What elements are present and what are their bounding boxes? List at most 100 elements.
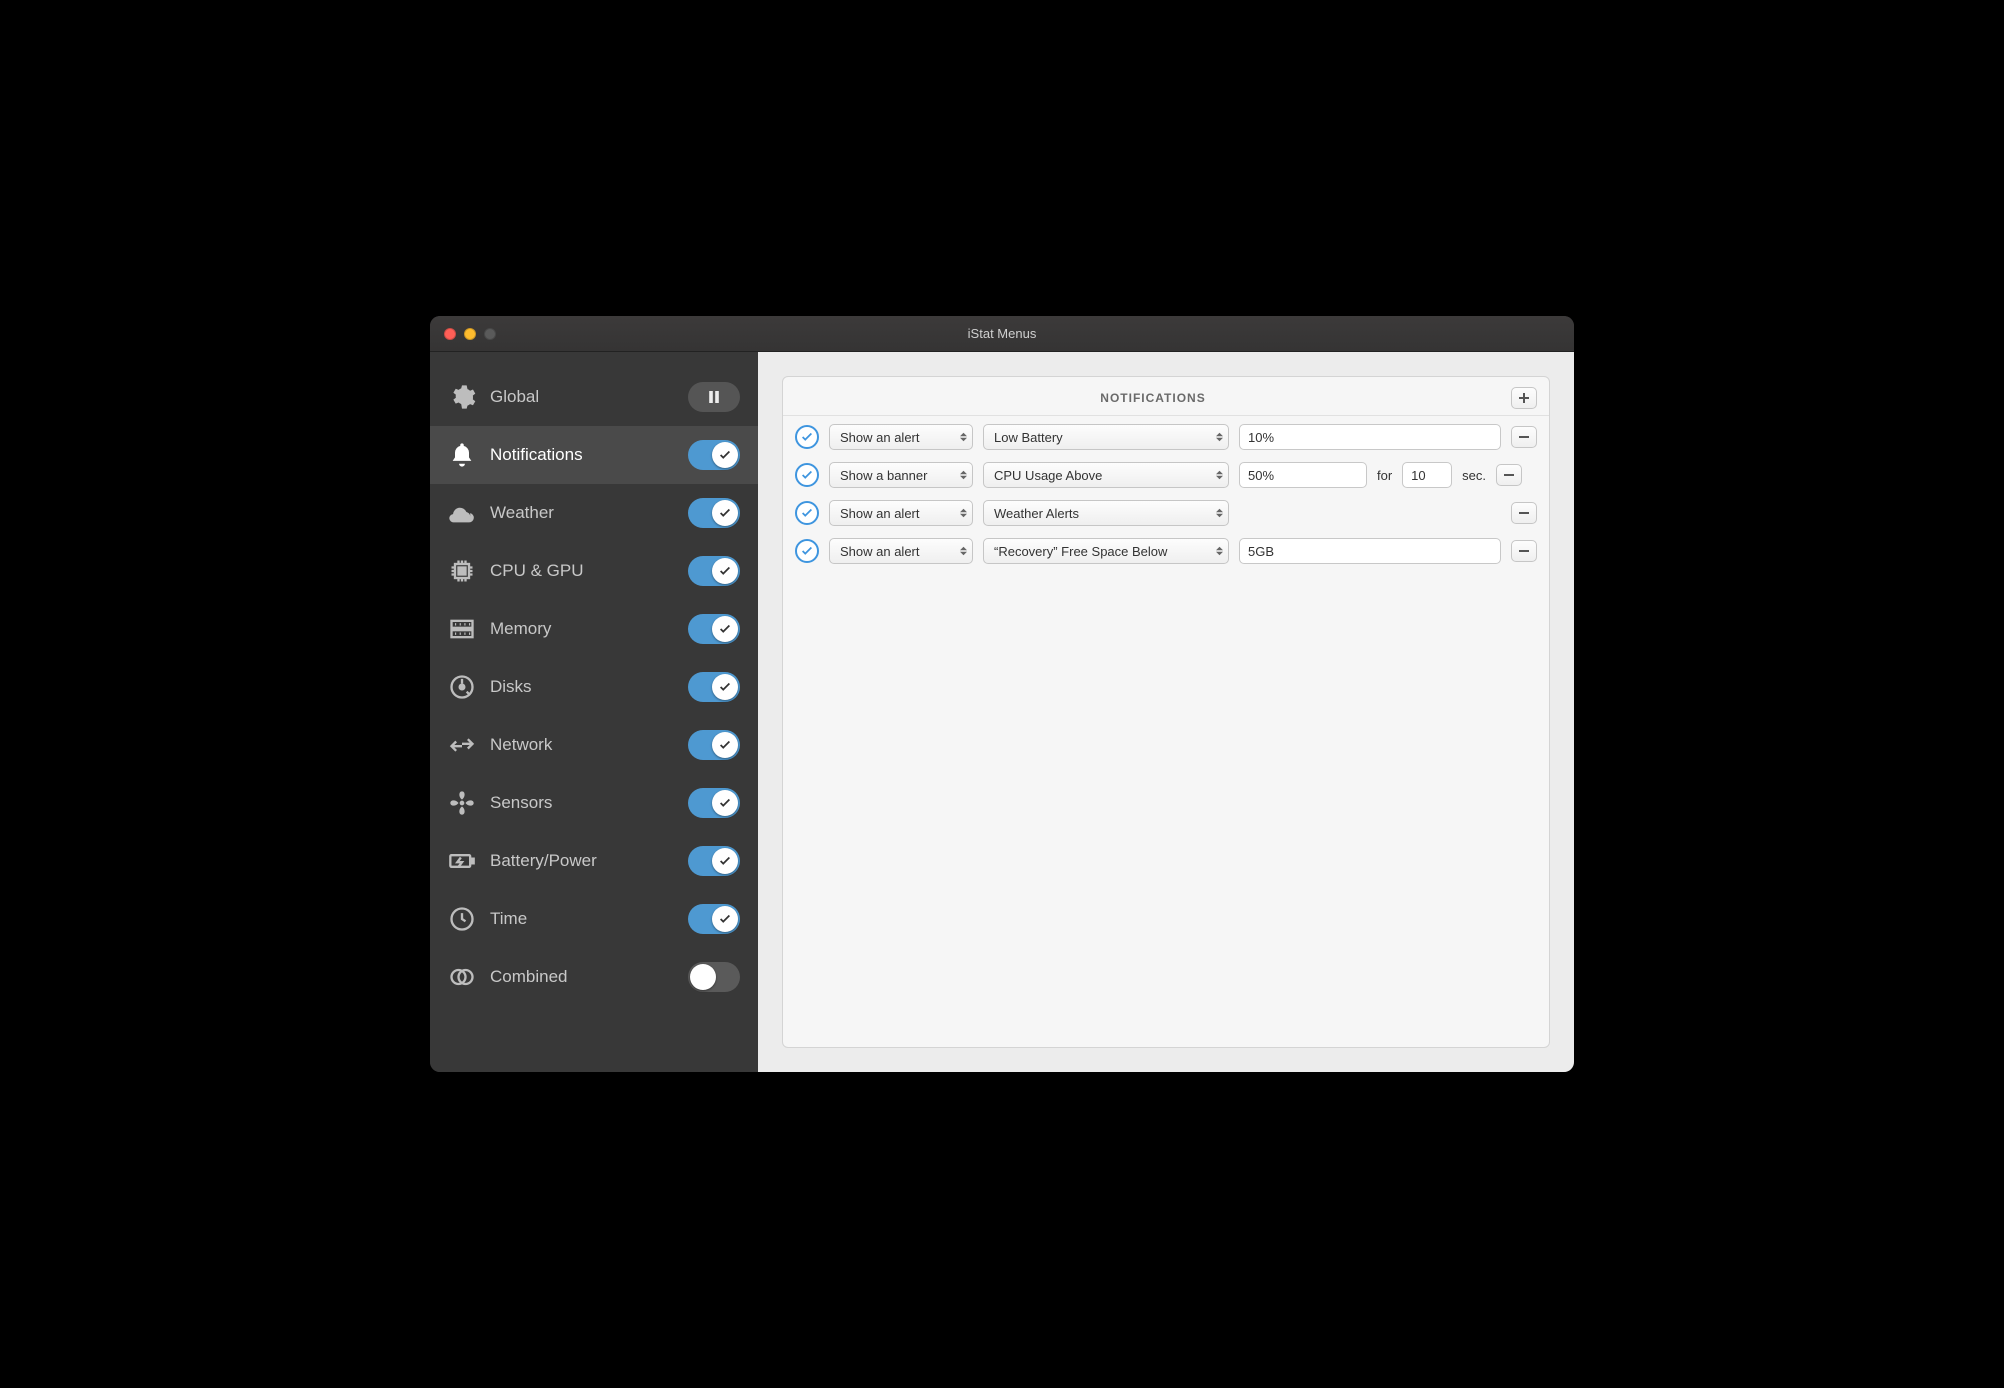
window-title: iStat Menus: [968, 326, 1037, 341]
sidebar-item-memory[interactable]: Memory: [430, 600, 758, 658]
for-label: for: [1377, 468, 1392, 483]
rule-trigger-value: “Recovery” Free Space Below: [994, 544, 1167, 559]
rule-row: Show an alert Low Battery 10%: [795, 424, 1537, 450]
cpu-toggle[interactable]: [688, 556, 740, 586]
sidebar-item-time[interactable]: Time: [430, 890, 758, 948]
notifications-toggle[interactable]: [688, 440, 740, 470]
sidebar-item-battery[interactable]: Battery/Power: [430, 832, 758, 890]
window-body: Global Notifications Weather: [430, 352, 1574, 1072]
rule-trigger-select[interactable]: CPU Usage Above: [983, 462, 1229, 488]
network-icon: [448, 731, 476, 759]
bell-icon: [448, 441, 476, 469]
rule-trigger-select[interactable]: Low Battery: [983, 424, 1229, 450]
sidebar-item-label: Disks: [490, 677, 674, 697]
combined-toggle[interactable]: [688, 962, 740, 992]
rule-action-select[interactable]: Show an alert: [829, 500, 973, 526]
memory-icon: [448, 615, 476, 643]
pause-button[interactable]: [688, 382, 740, 412]
titlebar: iStat Menus: [430, 316, 1574, 352]
sidebar-item-label: Weather: [490, 503, 674, 523]
rule-value-field[interactable]: 10%: [1239, 424, 1501, 450]
rule-trigger-value: CPU Usage Above: [994, 468, 1102, 483]
rule-enable-checkbox[interactable]: [795, 539, 819, 563]
rule-value-field[interactable]: 50%: [1239, 462, 1367, 488]
remove-rule-button[interactable]: [1511, 502, 1537, 524]
updown-icon: [1216, 433, 1223, 442]
panel-title: NOTIFICATIONS: [795, 391, 1511, 405]
rule-action-select[interactable]: Show an alert: [829, 424, 973, 450]
rule-trigger-select[interactable]: “Recovery” Free Space Below: [983, 538, 1229, 564]
rule-trigger-select[interactable]: Weather Alerts: [983, 500, 1229, 526]
sidebar-item-notifications[interactable]: Notifications: [430, 426, 758, 484]
remove-rule-button[interactable]: [1496, 464, 1522, 486]
rule-trigger-value: Low Battery: [994, 430, 1063, 445]
sidebar-item-label: Global: [490, 387, 674, 407]
content-area: NOTIFICATIONS Show an alert: [758, 352, 1574, 1072]
app-window: iStat Menus Global Notifications: [430, 316, 1574, 1072]
sidebar-item-weather[interactable]: Weather: [430, 484, 758, 542]
sidebar-item-label: Network: [490, 735, 674, 755]
clock-icon: [448, 905, 476, 933]
time-toggle[interactable]: [688, 904, 740, 934]
updown-icon: [1216, 509, 1223, 518]
updown-icon: [1216, 471, 1223, 480]
updown-icon: [1216, 547, 1223, 556]
sidebar-item-label: CPU & GPU: [490, 561, 674, 581]
rule-duration-field[interactable]: 10: [1402, 462, 1452, 488]
memory-toggle[interactable]: [688, 614, 740, 644]
traffic-lights: [444, 328, 496, 340]
sidebar-item-combined[interactable]: Combined: [430, 948, 758, 1006]
updown-icon: [960, 433, 967, 442]
sidebar-item-network[interactable]: Network: [430, 716, 758, 774]
close-window-button[interactable]: [444, 328, 456, 340]
rule-value-field[interactable]: 5GB: [1239, 538, 1501, 564]
updown-icon: [960, 547, 967, 556]
battery-icon: [448, 847, 476, 875]
sidebar-item-label: Combined: [490, 967, 674, 987]
rule-enable-checkbox[interactable]: [795, 463, 819, 487]
sidebar-item-disks[interactable]: Disks: [430, 658, 758, 716]
updown-icon: [960, 471, 967, 480]
add-rule-button[interactable]: [1511, 387, 1537, 409]
remove-rule-button[interactable]: [1511, 426, 1537, 448]
rule-enable-checkbox[interactable]: [795, 501, 819, 525]
rule-row: Show a banner CPU Usage Above 50% for 10…: [795, 462, 1537, 488]
rule-action-value: Show an alert: [840, 430, 920, 445]
sec-label: sec.: [1462, 468, 1486, 483]
sidebar-item-label: Time: [490, 909, 674, 929]
sidebar-item-label: Sensors: [490, 793, 674, 813]
sidebar-item-cpu[interactable]: CPU & GPU: [430, 542, 758, 600]
rule-trigger-value: Weather Alerts: [994, 506, 1079, 521]
updown-icon: [960, 509, 967, 518]
rule-action-select[interactable]: Show an alert: [829, 538, 973, 564]
rule-action-value: Show an alert: [840, 506, 920, 521]
network-toggle[interactable]: [688, 730, 740, 760]
sidebar: Global Notifications Weather: [430, 352, 758, 1072]
sidebar-item-label: Notifications: [490, 445, 674, 465]
disks-toggle[interactable]: [688, 672, 740, 702]
rule-action-value: Show an alert: [840, 544, 920, 559]
battery-toggle[interactable]: [688, 846, 740, 876]
rule-row: Show an alert Weather Alerts: [795, 500, 1537, 526]
rule-enable-checkbox[interactable]: [795, 425, 819, 449]
rule-row: Show an alert “Recovery” Free Space Belo…: [795, 538, 1537, 564]
disk-icon: [448, 673, 476, 701]
sensors-toggle[interactable]: [688, 788, 740, 818]
rule-action-select[interactable]: Show a banner: [829, 462, 973, 488]
fan-icon: [448, 789, 476, 817]
weather-toggle[interactable]: [688, 498, 740, 528]
gear-icon: [448, 383, 476, 411]
zoom-window-button[interactable]: [484, 328, 496, 340]
sidebar-item-label: Memory: [490, 619, 674, 639]
minimize-window-button[interactable]: [464, 328, 476, 340]
sidebar-item-sensors[interactable]: Sensors: [430, 774, 758, 832]
notification-panel: NOTIFICATIONS Show an alert: [782, 376, 1550, 1048]
sidebar-item-label: Battery/Power: [490, 851, 674, 871]
sidebar-item-global[interactable]: Global: [430, 368, 758, 426]
rule-action-value: Show a banner: [840, 468, 927, 483]
cpu-icon: [448, 557, 476, 585]
rules-list: Show an alert Low Battery 10%: [783, 416, 1549, 572]
panel-header: NOTIFICATIONS: [783, 377, 1549, 416]
weather-icon: [448, 499, 476, 527]
remove-rule-button[interactable]: [1511, 540, 1537, 562]
